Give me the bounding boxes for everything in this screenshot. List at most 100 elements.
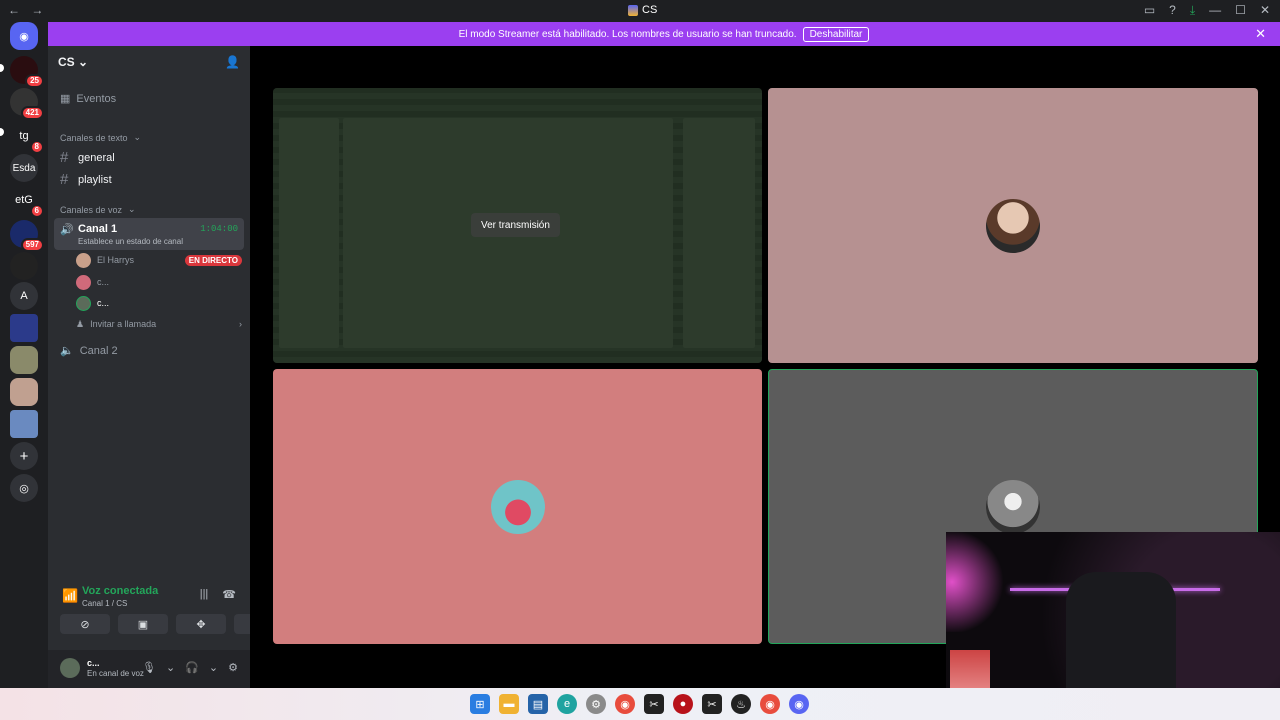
avatar xyxy=(986,479,1040,534)
add-member-icon[interactable]: 👤 xyxy=(225,55,240,69)
invite-to-call[interactable]: ♟ Invitar a llamada › xyxy=(76,315,242,333)
unread-pip xyxy=(0,64,4,72)
avatar xyxy=(986,198,1040,253)
cam-glow xyxy=(946,532,1006,632)
calendar-icon: ▦ xyxy=(60,93,71,105)
add-server-icon[interactable]: + xyxy=(10,442,38,470)
chevron-down-icon: ⌄ xyxy=(128,204,136,214)
window-title: CS xyxy=(628,4,657,16)
taskbar: ⊞ ▬ ▤ e ⚙ ◉ ✂ ● ✂ ♨ ◉ ◉ xyxy=(0,688,1280,720)
close-icon[interactable]: ✕ xyxy=(1260,3,1270,18)
steam-icon[interactable]: ♨ xyxy=(731,694,751,714)
avatar xyxy=(490,479,545,534)
server-icon-7[interactable] xyxy=(10,252,38,280)
help-icon[interactable]: ? xyxy=(1169,3,1176,18)
capcut-icon[interactable]: ✂ xyxy=(702,694,722,714)
minimize-icon[interactable]: — xyxy=(1209,3,1221,18)
voice-connected-panel: 📶 Voz conectada Canal 1 / CS ||| ☎ ⊘ ▣ ✥… xyxy=(54,578,284,638)
channel-playlist[interactable]: # playlist xyxy=(54,171,244,188)
server-icon-6[interactable]: 597 xyxy=(10,220,44,252)
store-icon[interactable]: ▤ xyxy=(528,694,548,714)
server-icon-4[interactable]: Esda xyxy=(10,154,38,182)
category-voice-channels[interactable]: Canales de voz ⌄ xyxy=(54,204,244,215)
disconnect-icon[interactable]: ☎ xyxy=(222,588,236,601)
server-icon-5[interactable]: etG 6 xyxy=(10,186,44,218)
chevron-down-icon: ⌄ xyxy=(78,55,89,69)
server-icon-12[interactable] xyxy=(10,410,38,438)
capcut-icon[interactable]: ✂ xyxy=(644,694,664,714)
windows-start-icon[interactable]: ⊞ xyxy=(470,694,490,714)
microphone-icon[interactable]: 🎙 xyxy=(142,661,156,674)
headphones-icon[interactable]: 🎧 xyxy=(185,661,199,674)
maximize-icon[interactable]: ☐ xyxy=(1235,3,1246,18)
server-icon-1[interactable]: 25 xyxy=(10,56,44,88)
streamer-mode-banner: El modo Streamer está habilitado. Los no… xyxy=(48,22,1280,46)
chevron-right-icon: › xyxy=(239,319,242,329)
csgo-server-icon[interactable] xyxy=(10,314,38,342)
chevron-down-icon: ⌄ xyxy=(133,132,142,142)
signal-icon: 📶 xyxy=(62,588,79,603)
chevron-down-icon[interactable]: ⌄ xyxy=(166,661,175,674)
participant-tile[interactable] xyxy=(768,88,1258,363)
channel-general[interactable]: # general xyxy=(54,149,244,166)
user-panel: c... En canal de voz 🎙 ⌄ 🎧 ⌄ ⚙ xyxy=(48,650,250,688)
discord-icon[interactable]: ◉ xyxy=(789,694,809,714)
preview-panel xyxy=(279,118,339,348)
voice-member[interactable]: El Harrys EN DIRECTO xyxy=(76,251,242,269)
participant-tile[interactable] xyxy=(273,369,762,644)
server-icon-10[interactable] xyxy=(10,346,38,374)
voice-channel-canal-1[interactable]: 🔊 Canal 1 1:04:00 Establece un estado de… xyxy=(54,218,244,250)
nav-buttons: ← → xyxy=(8,3,51,17)
avatar[interactable] xyxy=(60,658,80,678)
forward-icon[interactable]: → xyxy=(31,3,43,17)
server-icon-3[interactable]: tg 8 xyxy=(10,122,44,154)
chevron-down-icon[interactable]: ⌄ xyxy=(209,661,218,674)
voice-member[interactable]: c... xyxy=(76,294,242,312)
hash-icon: # xyxy=(60,171,69,188)
speaker-icon: 🔊 xyxy=(60,224,74,236)
server-icon-11[interactable] xyxy=(10,378,38,406)
gear-icon[interactable]: ⚙ xyxy=(228,661,238,674)
discord-home-icon[interactable]: ◉ xyxy=(10,22,38,50)
activities-button[interactable]: ✥ xyxy=(176,614,226,634)
download-icon[interactable]: ⤓ xyxy=(1190,3,1195,18)
preview-panel xyxy=(683,118,755,348)
disable-streamer-button[interactable]: Deshabilitar xyxy=(802,26,870,42)
avatar xyxy=(76,274,91,290)
back-icon[interactable]: ← xyxy=(8,3,20,17)
close-icon[interactable]: ✕ xyxy=(1255,26,1266,42)
speaker-icon: 🔈 xyxy=(60,345,74,357)
edge-icon[interactable]: e xyxy=(557,694,577,714)
view-stream-button[interactable]: Ver transmisión xyxy=(471,213,560,237)
app-icon[interactable]: ● xyxy=(673,694,693,714)
inbox-icon[interactable]: ▭ xyxy=(1144,3,1155,18)
chrome-icon[interactable]: ◉ xyxy=(760,694,780,714)
server-icon-2[interactable]: 421 xyxy=(10,88,44,120)
avatar xyxy=(76,295,91,311)
file-explorer-icon[interactable]: ▬ xyxy=(499,694,519,714)
events-item[interactable]: ▦ Eventos xyxy=(54,92,244,106)
title-bar: ← → CS ▭ ? ⤓ — ☐ ✕ xyxy=(0,0,1280,22)
voice-member[interactable]: c... xyxy=(76,273,242,291)
hash-icon: # xyxy=(60,149,69,166)
guild-header[interactable]: CS ⌄ 👤 xyxy=(48,46,250,78)
channel-status[interactable]: Establece un estado de canal xyxy=(78,237,183,246)
explore-icon[interactable]: ◎ xyxy=(10,474,38,502)
channel-sidebar: CS ⌄ 👤 ▦ Eventos Canales de texto ⌄ # gen… xyxy=(48,46,284,688)
stream-tile[interactable]: Ver transmisión xyxy=(273,88,762,363)
unread-pip xyxy=(0,128,4,136)
settings-icon[interactable]: ⚙ xyxy=(586,694,606,714)
live-badge: EN DIRECTO xyxy=(184,254,242,266)
avatar xyxy=(76,252,91,268)
category-text-channels[interactable]: Canales de texto ⌄ xyxy=(54,132,244,143)
window-controls: ▭ ? ⤓ — ☐ ✕ xyxy=(1144,3,1270,18)
chrome-icon[interactable]: ◉ xyxy=(615,694,635,714)
person-add-icon: ♟ xyxy=(76,318,85,329)
noise-suppression-icon[interactable]: ||| xyxy=(200,588,209,601)
server-icon-8[interactable]: A xyxy=(10,282,38,310)
screen-share-button[interactable]: ▣ xyxy=(118,614,168,634)
server-list: ◉ 25 421 tg 8 Esda etG 6 597 A + ◎ xyxy=(0,22,48,688)
voice-channel-canal-2[interactable]: 🔈 Canal 2 xyxy=(54,344,244,358)
camera-off-button[interactable]: ⊘ xyxy=(60,614,110,634)
server-icon xyxy=(628,4,638,16)
